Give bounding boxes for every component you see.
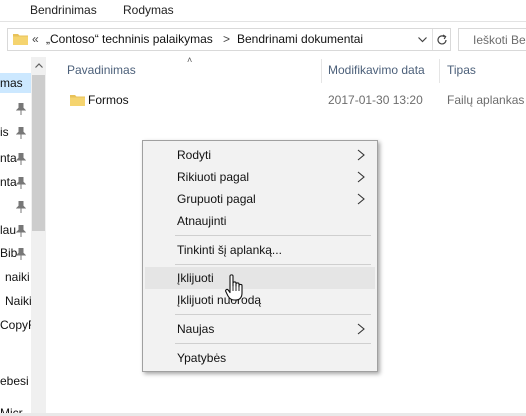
nav-scrollbar[interactable]	[31, 57, 46, 416]
menu-item-label: Naujas	[177, 322, 215, 336]
nav-item[interactable]: lau	[0, 223, 16, 237]
pin-icon	[16, 127, 26, 139]
menu-separator	[175, 264, 371, 265]
menu-item-label: Grupuoti pagal	[177, 192, 256, 206]
menu-item-new[interactable]: Naujas	[145, 318, 375, 340]
chevron-right-icon	[357, 149, 365, 161]
nav-item[interactable]: Naiki	[5, 294, 31, 308]
tab-view[interactable]: Rodymas	[123, 3, 174, 17]
tab-sharing[interactable]: Bendrinimas	[30, 3, 97, 17]
menu-item-label: Tinkinti šį aplanką...	[177, 243, 282, 257]
chevron-up-icon	[34, 63, 43, 68]
nav-item[interactable]: is	[0, 125, 9, 139]
column-header-modified[interactable]: Modifikavimo data	[328, 63, 425, 77]
column-header-type[interactable]: Tipas	[447, 63, 476, 77]
menu-separator	[175, 343, 371, 344]
refresh-icon	[437, 33, 447, 44]
menu-item-paste[interactable]: Įklijuoti	[145, 267, 375, 289]
scroll-up-button[interactable]	[31, 57, 46, 74]
sort-ascending-icon: ˄	[187, 55, 193, 65]
column-header-name[interactable]: Pavadinimas	[67, 63, 136, 77]
address-bar[interactable]: « „Contoso“ techninis palaikymas > Bendr…	[7, 28, 451, 51]
menu-item-paste-shortcut[interactable]: Įklijuoti nuorodą	[145, 289, 375, 311]
chevron-right-icon	[357, 323, 365, 335]
file-name: Formos	[88, 93, 129, 107]
folder-icon	[13, 34, 28, 45]
menu-item-sort-by[interactable]: Rikiuoti pagal	[145, 166, 375, 188]
menu-item-group-by[interactable]: Grupuoti pagal	[145, 188, 375, 210]
pin-icon	[16, 103, 26, 115]
pin-icon	[16, 153, 26, 165]
nav-item[interactable]: ebesi	[0, 374, 29, 388]
menu-item-label: Ypatybės	[177, 351, 227, 365]
chevron-down-icon	[417, 36, 427, 42]
chevron-right-icon	[357, 171, 365, 183]
nav-item-selected[interactable]: mas	[0, 73, 31, 93]
menu-item-customize-folder[interactable]: Tinkinti šį aplanką...	[145, 239, 375, 261]
scroll-thumb[interactable]	[32, 75, 45, 231]
nav-item[interactable]: nta	[0, 175, 17, 189]
nav-item[interactable]: Bib	[0, 246, 17, 260]
folder-icon	[70, 95, 85, 106]
pin-icon	[16, 177, 26, 189]
context-menu: Rodyti Rikiuoti pagal Grupuoti pagal Atn…	[142, 140, 378, 372]
menu-item-label: Rikiuoti pagal	[177, 170, 250, 184]
menu-item-label: Įklijuoti nuorodą	[177, 293, 262, 307]
ribbon-tabs: Bendrinimas Rodymas	[0, 0, 526, 22]
file-modified: 2017-01-30 13:20	[328, 93, 423, 107]
menu-item-view[interactable]: Rodyti	[145, 144, 375, 166]
breadcrumb-separator: >	[223, 32, 231, 46]
address-dropdown-button[interactable]	[413, 30, 431, 49]
nav-item[interactable]: CopyF	[0, 318, 31, 332]
address-row: « „Contoso“ techninis palaikymas > Bendr…	[0, 22, 526, 57]
pin-icon	[16, 225, 26, 237]
nav-item[interactable]: naiki	[5, 270, 30, 284]
search-input[interactable]: Ieškoti Ben	[458, 28, 526, 51]
search-placeholder: Ieškoti Ben	[473, 33, 526, 47]
menu-item-label: Įklijuoti	[177, 271, 214, 285]
pin-icon	[16, 201, 26, 213]
file-row[interactable]: Formos 2017-01-30 13:20 Failų aplankas	[46, 90, 526, 112]
refresh-button[interactable]	[432, 29, 451, 50]
menu-separator	[175, 235, 371, 236]
breadcrumb-item-shared-documents[interactable]: Bendrinami dokumentai	[237, 32, 363, 46]
column-divider[interactable]	[321, 59, 322, 83]
nav-item-label: mas	[0, 76, 23, 90]
menu-item-properties[interactable]: Ypatybės	[145, 347, 375, 369]
navigation-pane: mas is nta nta lau Bib naiki Naiki CopyF…	[0, 57, 31, 416]
hand-pointer-icon	[225, 274, 243, 301]
menu-item-label: Atnaujinti	[177, 214, 227, 228]
menu-item-refresh[interactable]: Atnaujinti	[145, 210, 375, 232]
column-divider[interactable]	[439, 59, 440, 83]
pin-icon	[16, 248, 26, 260]
file-type: Failų aplankas	[447, 93, 525, 107]
chevron-right-icon	[357, 193, 365, 205]
breadcrumb-item-contoso[interactable]: „Contoso“ techninis palaikymas	[46, 32, 213, 46]
menu-item-label: Rodyti	[177, 148, 212, 162]
nav-item[interactable]: nta	[0, 151, 17, 165]
breadcrumb-overflow[interactable]: «	[32, 32, 39, 46]
menu-separator	[175, 314, 371, 315]
